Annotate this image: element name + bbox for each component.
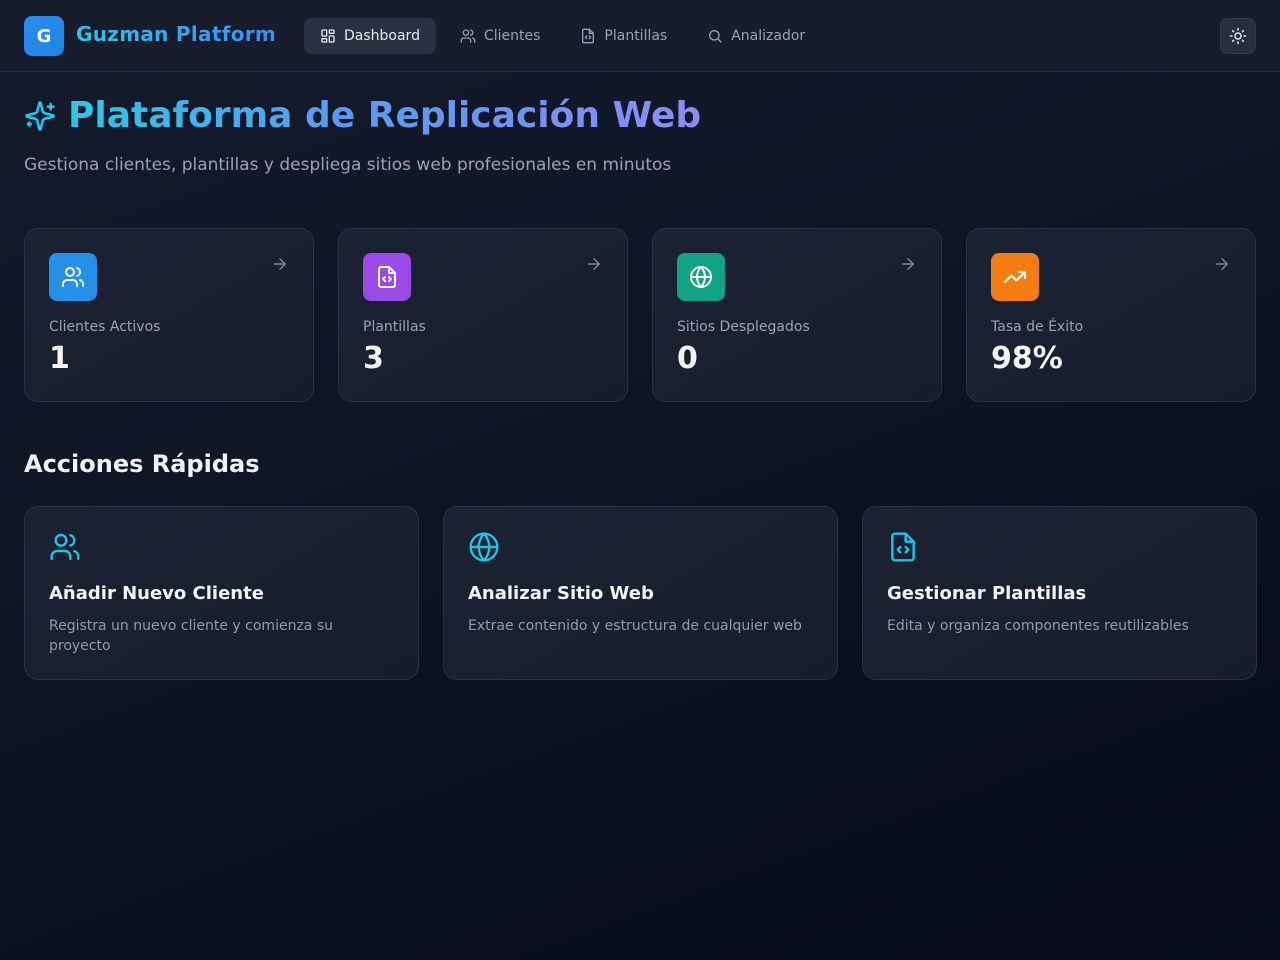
stat-icon-badge xyxy=(991,253,1039,301)
stat-card-plantillas[interactable]: Plantillas 3 xyxy=(338,228,628,402)
stats-row: Clientes Activos 1 Plantillas 3 Sitios D… xyxy=(24,228,1256,402)
action-description: Extrae contenido y estructura de cualqui… xyxy=(468,618,802,634)
users-icon xyxy=(62,267,84,287)
nav-label: Plantillas xyxy=(604,28,668,44)
search-icon xyxy=(709,30,722,43)
stat-value: 98% xyxy=(991,341,1063,376)
quick-actions-row: Añadir Nuevo Cliente Registra un nuevo c… xyxy=(24,506,1257,680)
action-card-add-client[interactable]: Añadir Nuevo Cliente Registra un nuevo c… xyxy=(24,506,419,680)
nav-label: Analizador xyxy=(731,28,806,44)
nav-item-plantillas[interactable]: Plantillas xyxy=(564,18,683,54)
stat-value: 1 xyxy=(49,341,70,376)
hero-heading: Plataforma de Replicación Web xyxy=(24,94,701,138)
users-icon xyxy=(50,533,80,561)
stat-label: Clientes Activos xyxy=(49,319,161,335)
stat-card-clientes[interactable]: Clientes Activos 1 xyxy=(24,228,314,402)
stat-label: Sitios Desplegados xyxy=(677,319,810,335)
action-title: Gestionar Plantillas xyxy=(887,583,1087,604)
file-code-icon xyxy=(582,28,595,44)
stat-icon-badge xyxy=(363,253,411,301)
stat-label: Plantillas xyxy=(363,319,426,335)
top-navbar: G Guzman Platform Dashboard Clientes Pla… xyxy=(0,0,1280,72)
file-code-icon xyxy=(891,532,915,562)
stat-icon-badge xyxy=(677,253,725,301)
stat-card-sitios[interactable]: Sitios Desplegados 0 xyxy=(652,228,942,402)
arrow-right-icon xyxy=(1216,258,1228,270)
stat-value: 0 xyxy=(677,341,698,376)
sparkles-icon xyxy=(25,101,55,131)
nav-item-analizador[interactable]: Analizador xyxy=(691,18,821,54)
globe-icon xyxy=(469,532,499,562)
main-nav: Dashboard Clientes Plantillas Analizador xyxy=(304,18,821,54)
globe-icon xyxy=(690,266,712,288)
arrow-right-icon xyxy=(588,258,600,270)
nav-label: Dashboard xyxy=(344,28,420,44)
users-icon xyxy=(460,29,476,43)
nav-item-dashboard[interactable]: Dashboard xyxy=(304,18,436,54)
logo-badge[interactable]: G xyxy=(24,16,64,56)
stat-label: Tasa de Éxito xyxy=(991,319,1084,335)
arrow-right-icon xyxy=(902,258,914,270)
action-description: Edita y organiza componentes reutilizabl… xyxy=(887,618,1189,634)
dashboard-icon xyxy=(321,29,335,43)
brand-name[interactable]: Guzman Platform xyxy=(76,22,276,46)
action-title: Añadir Nuevo Cliente xyxy=(49,583,264,604)
action-card-manage-templates[interactable]: Gestionar Plantillas Edita y organiza co… xyxy=(862,506,1257,680)
stat-card-tasa-exito[interactable]: Tasa de Éxito 98% xyxy=(966,228,1256,402)
nav-label: Clientes xyxy=(483,28,541,44)
action-card-analyze-site[interactable]: Analizar Sitio Web Extrae contenido y es… xyxy=(443,506,838,680)
nav-item-clientes[interactable]: Clientes xyxy=(444,18,556,54)
action-title: Analizar Sitio Web xyxy=(468,583,654,604)
file-code-icon xyxy=(378,266,396,288)
page-subtitle: Gestiona clientes, plantillas y desplieg… xyxy=(24,155,672,175)
page-title: Plataforma de Replicación Web xyxy=(68,95,702,136)
sun-icon xyxy=(1229,27,1247,45)
arrow-right-icon xyxy=(274,258,286,270)
action-description: Registra un nuevo cliente y comienza su … xyxy=(49,618,333,654)
trending-up-icon xyxy=(1003,270,1027,284)
stat-value: 3 xyxy=(363,341,384,376)
stat-icon-badge xyxy=(49,253,97,301)
theme-toggle-button[interactable] xyxy=(1220,18,1256,54)
section-title-quick-actions: Acciones Rápidas xyxy=(24,450,260,478)
